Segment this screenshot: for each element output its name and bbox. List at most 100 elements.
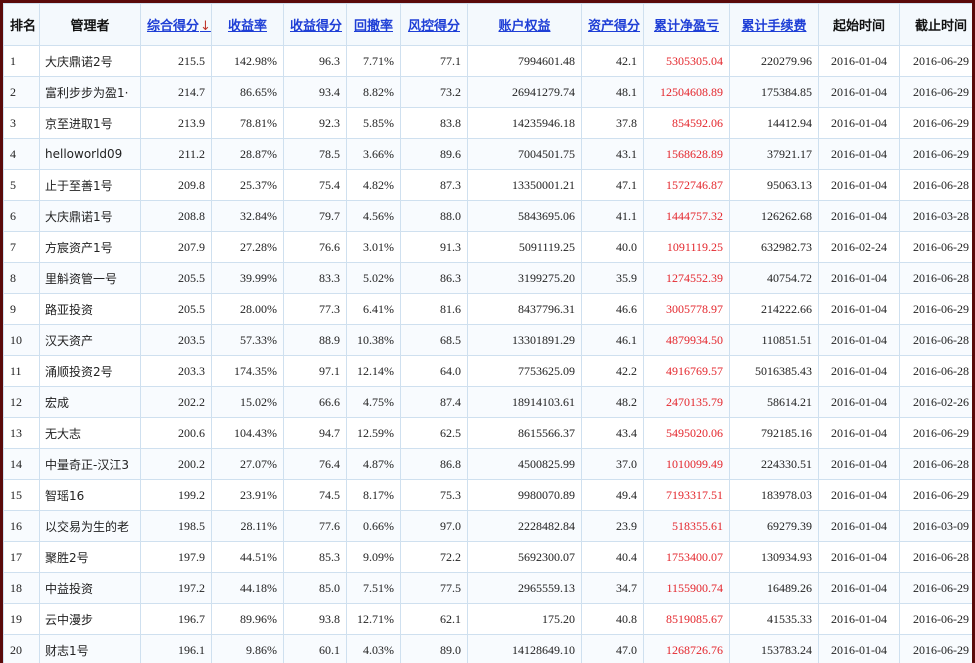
column-header-label: 收益得分 <box>290 19 342 34</box>
cell-rank: 16 <box>4 511 40 542</box>
cell-rank: 4 <box>4 139 40 170</box>
cell-fees: 58614.21 <box>730 387 819 418</box>
cell-end: 2016-06-29 <box>900 139 973 170</box>
cell-total-score: 211.2 <box>141 139 212 170</box>
cell-asset-score: 49.4 <box>582 480 644 511</box>
cell-rank: 18 <box>4 573 40 604</box>
table-row: 16以交易为生的老198.528.11%77.60.66%97.02228482… <box>4 511 973 542</box>
cell-start: 2016-01-04 <box>819 170 900 201</box>
cell-manager: 大庆鼎诺2号 <box>40 46 141 77</box>
cell-total-score: 205.5 <box>141 263 212 294</box>
column-header-risk-score[interactable]: 风控得分 <box>401 4 468 46</box>
table-row: 19云中漫步196.789.96%93.812.71%62.1175.2040.… <box>4 604 973 635</box>
cell-fees: 69279.39 <box>730 511 819 542</box>
cell-net-pl: 518355.61 <box>644 511 730 542</box>
cell-manager: 路亚投资 <box>40 294 141 325</box>
cell-asset-score: 40.8 <box>582 604 644 635</box>
cell-return-score: 93.4 <box>284 77 347 108</box>
cell-asset-score: 34.7 <box>582 573 644 604</box>
cell-equity: 3199275.20 <box>468 263 582 294</box>
cell-rank: 14 <box>4 449 40 480</box>
cell-drawdown: 5.02% <box>347 263 401 294</box>
column-header-manager: 管理者 <box>40 4 141 46</box>
cell-fees: 110851.51 <box>730 325 819 356</box>
cell-net-pl: 4916769.57 <box>644 356 730 387</box>
column-header-label: 资产得分 <box>588 19 640 34</box>
cell-equity: 7004501.75 <box>468 139 582 170</box>
column-header-label: 累计手续费 <box>741 19 806 34</box>
table-row: 13无大志200.6104.43%94.712.59%62.58615566.3… <box>4 418 973 449</box>
cell-risk-score: 91.3 <box>401 232 468 263</box>
cell-start: 2016-01-04 <box>819 263 900 294</box>
cell-equity: 14235946.18 <box>468 108 582 139</box>
cell-return-rate: 39.99% <box>212 263 284 294</box>
cell-return-rate: 15.02% <box>212 387 284 418</box>
cell-return-score: 92.3 <box>284 108 347 139</box>
cell-manager: 中量奇正-汉江3 <box>40 449 141 480</box>
cell-risk-score: 86.3 <box>401 263 468 294</box>
cell-rank: 15 <box>4 480 40 511</box>
cell-total-score: 200.6 <box>141 418 212 449</box>
cell-return-rate: 25.37% <box>212 170 284 201</box>
cell-rank: 7 <box>4 232 40 263</box>
sort-desc-icon: ↓ <box>200 19 211 34</box>
cell-total-score: 215.5 <box>141 46 212 77</box>
cell-rank: 6 <box>4 201 40 232</box>
cell-fees: 220279.96 <box>730 46 819 77</box>
cell-drawdown: 4.75% <box>347 387 401 418</box>
cell-return-rate: 86.65% <box>212 77 284 108</box>
cell-equity: 7994601.48 <box>468 46 582 77</box>
cell-end: 2016-06-28 <box>900 263 973 294</box>
cell-manager: 财志1号 <box>40 635 141 663</box>
cell-return-rate: 32.84% <box>212 201 284 232</box>
column-header-return-rate[interactable]: 收益率 <box>212 4 284 46</box>
cell-net-pl: 1568628.89 <box>644 139 730 170</box>
cell-start: 2016-01-04 <box>819 46 900 77</box>
cell-start: 2016-01-04 <box>819 77 900 108</box>
cell-risk-score: 77.5 <box>401 573 468 604</box>
cell-start: 2016-01-04 <box>819 201 900 232</box>
cell-drawdown: 8.17% <box>347 480 401 511</box>
cell-fees: 792185.16 <box>730 418 819 449</box>
cell-asset-score: 23.9 <box>582 511 644 542</box>
cell-net-pl: 7193317.51 <box>644 480 730 511</box>
table-row: 11涌顺投资2号203.3174.35%97.112.14%64.0775362… <box>4 356 973 387</box>
cell-return-rate: 78.81% <box>212 108 284 139</box>
cell-fees: 175384.85 <box>730 77 819 108</box>
column-header-total-score[interactable]: 综合得分↓ <box>141 4 212 46</box>
cell-asset-score: 42.2 <box>582 356 644 387</box>
column-header-fees[interactable]: 累计手续费 <box>730 4 819 46</box>
cell-return-rate: 27.07% <box>212 449 284 480</box>
column-header-return-score[interactable]: 收益得分 <box>284 4 347 46</box>
cell-fees: 40754.72 <box>730 263 819 294</box>
table-row: 1大庆鼎诺2号215.5142.98%96.37.71%77.17994601.… <box>4 46 973 77</box>
ranking-table: 排名管理者综合得分↓收益率收益得分回撤率风控得分账户权益资产得分累计净盈亏累计手… <box>3 3 972 663</box>
cell-return-rate: 174.35% <box>212 356 284 387</box>
cell-fees: 130934.93 <box>730 542 819 573</box>
cell-drawdown: 4.03% <box>347 635 401 663</box>
cell-rank: 13 <box>4 418 40 449</box>
cell-return-score: 76.6 <box>284 232 347 263</box>
cell-rank: 11 <box>4 356 40 387</box>
cell-drawdown: 7.71% <box>347 46 401 77</box>
cell-risk-score: 77.1 <box>401 46 468 77</box>
cell-end: 2016-03-09 <box>900 511 973 542</box>
cell-risk-score: 62.5 <box>401 418 468 449</box>
cell-return-rate: 44.18% <box>212 573 284 604</box>
cell-risk-score: 88.0 <box>401 201 468 232</box>
cell-return-score: 78.5 <box>284 139 347 170</box>
cell-end: 2016-03-28 <box>900 201 973 232</box>
cell-return-rate: 142.98% <box>212 46 284 77</box>
column-header-drawdown[interactable]: 回撤率 <box>347 4 401 46</box>
column-header-label: 累计净盈亏 <box>654 19 719 34</box>
column-header-equity[interactable]: 账户权益 <box>468 4 582 46</box>
cell-net-pl: 3005778.97 <box>644 294 730 325</box>
cell-drawdown: 3.01% <box>347 232 401 263</box>
table-header-row: 排名管理者综合得分↓收益率收益得分回撤率风控得分账户权益资产得分累计净盈亏累计手… <box>4 4 973 46</box>
cell-end: 2016-06-29 <box>900 480 973 511</box>
column-header-asset-score[interactable]: 资产得分 <box>582 4 644 46</box>
cell-rank: 17 <box>4 542 40 573</box>
cell-net-pl: 1091119.25 <box>644 232 730 263</box>
column-header-net-pl[interactable]: 累计净盈亏 <box>644 4 730 46</box>
cell-risk-score: 68.5 <box>401 325 468 356</box>
